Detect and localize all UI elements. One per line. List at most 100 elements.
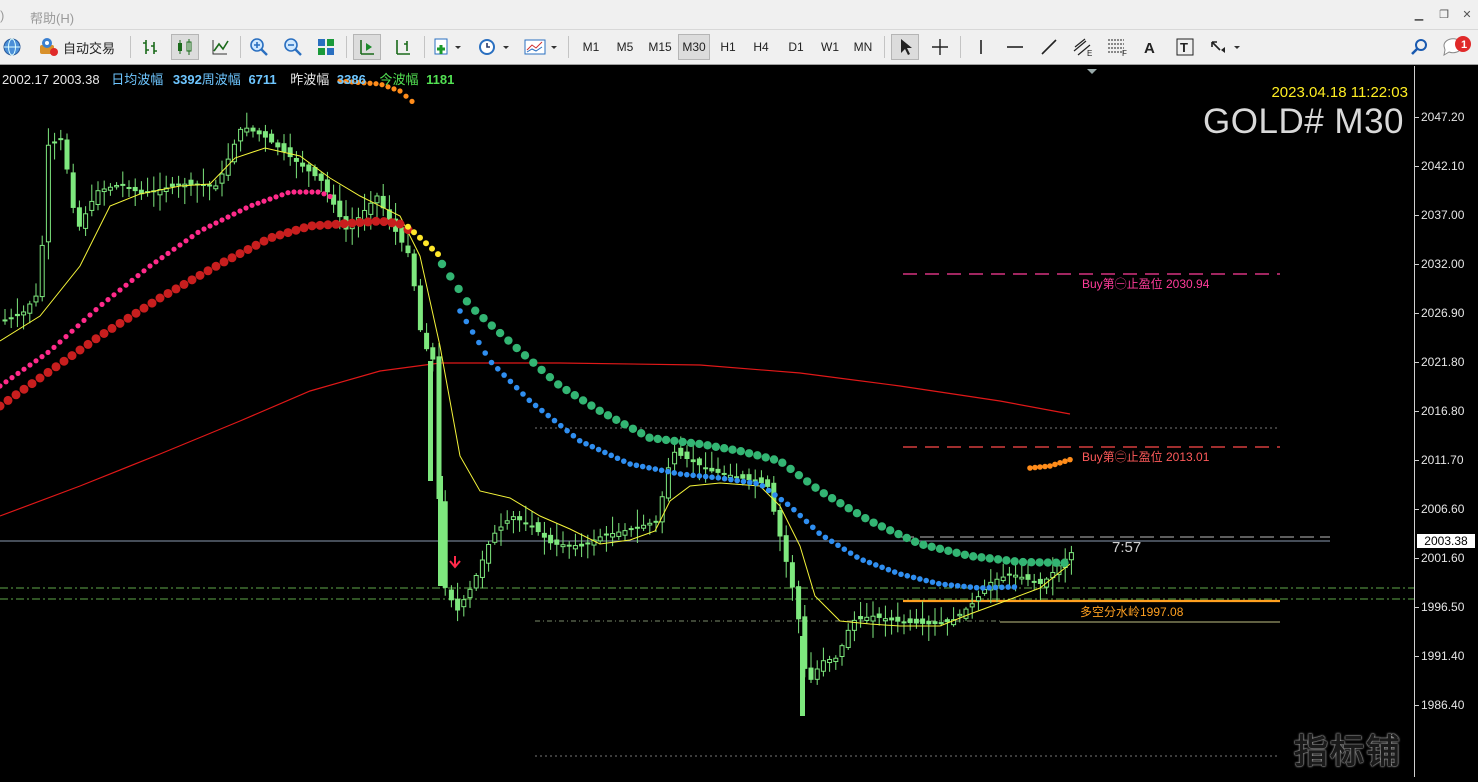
dot-dark-red (299, 223, 309, 233)
indicators-dropdown-icon[interactable] (430, 34, 466, 60)
dot-blue (463, 318, 470, 325)
candle-bearish (783, 535, 789, 562)
dot-pink (183, 238, 189, 244)
dot-dark-red (363, 217, 373, 227)
dot-green (545, 372, 555, 382)
equidistant-channel-icon[interactable]: E (1069, 34, 1097, 60)
price-chart[interactable]: 2002.17 2003.38 日均波幅 3392周波幅 6711 昨波幅 33… (0, 66, 1414, 777)
dot-blue (621, 458, 627, 464)
candlestick-chart-icon[interactable] (171, 34, 199, 60)
dot-dark-red (251, 240, 261, 250)
candle-bearish (300, 162, 306, 167)
notifications-icon[interactable]: 1 (1440, 34, 1474, 60)
timeframe-w1[interactable]: W1 (816, 34, 844, 60)
bar-chart-icon[interactable] (138, 34, 164, 60)
candle-bullish (1013, 574, 1019, 578)
candle-bullish (114, 185, 120, 188)
candle-bullish (368, 202, 374, 215)
dot-dark-red (51, 362, 61, 372)
minimize-button[interactable]: ▁ (1410, 8, 1428, 22)
chart-shift-icon[interactable] (389, 34, 417, 60)
vertical-line-icon[interactable] (968, 34, 994, 60)
dot-pink (135, 273, 141, 279)
line-chart-icon[interactable] (206, 34, 234, 60)
text-icon[interactable]: A (1137, 34, 1163, 60)
zoom-in-icon[interactable] (246, 34, 272, 60)
weekly-range-label: 周波幅 (201, 72, 241, 87)
search-icon[interactable] (1406, 34, 1432, 60)
daily-range-label: 日均波幅 (111, 72, 164, 87)
timeframe-h1[interactable]: H1 (714, 34, 742, 60)
svg-text:F: F (1122, 49, 1127, 57)
price-axis[interactable]: 2047.20 2042.10 2037.00 2032.00 2026.90 … (1414, 66, 1478, 777)
candle-bullish (703, 467, 709, 470)
restore-button[interactable]: ❐ (1435, 8, 1453, 22)
bid-ask-prices: 2002.17 2003.38 (2, 72, 100, 87)
text-label-icon[interactable]: T (1171, 34, 1199, 60)
crosshair-icon[interactable] (926, 34, 954, 60)
dot-blue (671, 470, 677, 476)
arrows-dropdown-icon[interactable] (1206, 34, 1246, 60)
trendline-icon[interactable] (1035, 34, 1063, 60)
cursor-icon[interactable] (891, 34, 919, 60)
candle-bullish (1031, 580, 1037, 583)
dot-pink (39, 354, 45, 360)
timeframe-m1[interactable]: M1 (577, 34, 605, 60)
dot-pink (129, 277, 135, 283)
auto-scroll-icon[interactable] (353, 34, 381, 60)
timeframe-d1[interactable]: D1 (782, 34, 810, 60)
candle-bullish (461, 599, 467, 608)
candle-bearish (1006, 573, 1012, 576)
dot-pink (63, 334, 69, 340)
candle-bullish (882, 618, 888, 622)
dot-green (1002, 556, 1011, 565)
zoom-out-icon[interactable] (280, 34, 306, 60)
dot-blue (539, 407, 545, 414)
dot-pink (243, 205, 249, 211)
candle-bullish (975, 596, 981, 602)
menu-item-partial[interactable]: ) (0, 8, 4, 23)
timeframe-m5[interactable]: M5 (611, 34, 639, 60)
dot-blue (873, 562, 879, 568)
timeframe-h4[interactable]: H4 (747, 34, 775, 60)
dot-green (1060, 558, 1069, 568)
timeframe-mn[interactable]: MN (849, 34, 877, 60)
templates-dropdown-icon[interactable] (521, 34, 561, 60)
candle-bearish (324, 179, 330, 193)
dot-dark-red (43, 367, 53, 377)
close-button[interactable]: ✕ (1458, 8, 1476, 22)
chart-canvas[interactable] (0, 66, 1414, 777)
dot-green (711, 442, 721, 451)
dot-green (794, 470, 804, 480)
candle-bearish (777, 510, 783, 537)
dot-green (728, 445, 737, 454)
auto-trade-button[interactable]: 自动交易 (30, 34, 122, 60)
dot-blue (696, 473, 703, 479)
dot-blue (507, 378, 514, 385)
dot-green (554, 380, 563, 389)
dot-dark-red (99, 328, 109, 338)
dot-pink (147, 263, 153, 269)
dot-blue (476, 339, 482, 346)
dot-pink (195, 229, 201, 235)
timeframe-m15[interactable]: M15 (644, 34, 676, 60)
dot-green (537, 365, 546, 375)
periods-dropdown-icon[interactable] (474, 34, 514, 60)
dot-blue (986, 584, 992, 591)
dot-green (877, 522, 887, 531)
fibonacci-icon[interactable]: F (1103, 34, 1131, 60)
dot-blue (608, 452, 614, 459)
timeframe-m30[interactable]: M30 (678, 34, 710, 60)
dot-green (1018, 557, 1028, 567)
dot-orange (1032, 464, 1038, 471)
candle-bearish (554, 539, 560, 545)
dot-green (1043, 558, 1053, 567)
globe-icon[interactable] (0, 34, 24, 60)
horizontal-line-icon[interactable] (1001, 34, 1029, 60)
dot-pink (273, 194, 279, 200)
dot-orange (409, 98, 415, 104)
menu-item-help[interactable]: 帮助(H) (30, 8, 74, 27)
tile-windows-icon[interactable] (313, 34, 339, 60)
candle-bullish (641, 524, 647, 529)
dot-blue (828, 538, 835, 545)
